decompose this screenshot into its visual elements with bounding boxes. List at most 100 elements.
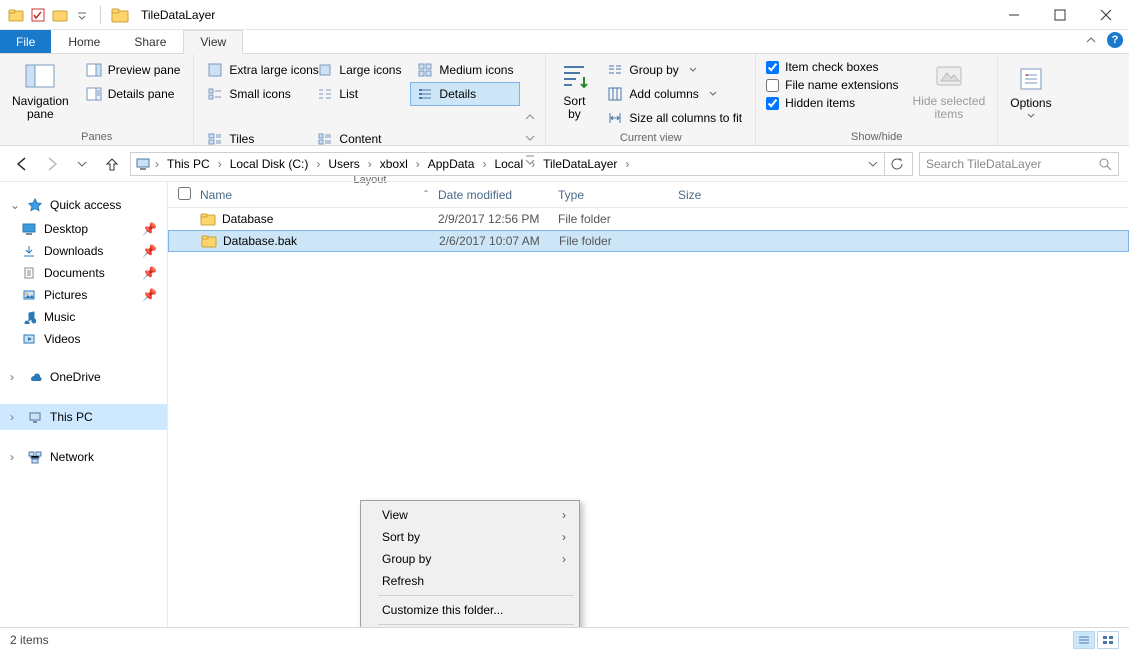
hidden-items-toggle[interactable]: Hidden items [762,94,902,112]
close-button[interactable] [1083,0,1129,30]
size-columns-button[interactable]: Size all columns to fit [600,106,749,130]
status-items-count: 2 items [10,633,49,647]
tab-home[interactable]: Home [51,30,117,53]
desktop-icon [22,222,36,236]
ribbon: Navigation pane Preview pane Details pan… [0,54,1129,146]
showhide-group-label: Show/hide [762,129,991,143]
address-dropdown-icon[interactable] [868,159,878,169]
nav-documents[interactable]: Documents📌 [0,262,167,284]
tab-share[interactable]: Share [117,30,183,53]
pc-icon [28,410,42,424]
nav-videos[interactable]: Videos [0,328,167,350]
cm-view[interactable]: View› [364,504,576,526]
group-by-button[interactable]: Group by [600,58,749,82]
chevron-right-icon: › [562,508,566,522]
tab-view[interactable]: View [183,30,243,54]
sort-indicator-icon: ˆ [424,188,428,202]
up-button[interactable] [100,152,124,176]
details-view-toggle[interactable] [1073,631,1095,649]
hide-selected-button: Hide selected items [907,58,992,124]
tab-file[interactable]: File [0,30,51,53]
address-bar: › This PC› Local Disk (C:)› Users› xboxl… [0,146,1129,182]
nav-this-pc[interactable]: ›This PC [0,404,167,430]
crumb-this-pc[interactable]: This PC [163,157,214,171]
nav-network[interactable]: ›Network [0,444,167,470]
nav-pictures[interactable]: Pictures📌 [0,284,167,306]
layout-scroll-up-icon[interactable] [525,113,539,121]
refresh-button[interactable] [884,152,908,176]
history-dropdown[interactable] [70,152,94,176]
search-icon [1098,157,1112,171]
sort-by-button[interactable]: Sort by [552,58,596,124]
pictures-icon [22,288,36,302]
nav-music[interactable]: Music [0,306,167,328]
back-button[interactable] [10,152,34,176]
collapse-ribbon-icon[interactable] [1085,34,1097,46]
layout-details[interactable]: Details [410,82,520,106]
nav-quick-access[interactable]: ⌄Quick access [0,192,167,218]
options-button[interactable]: Options [1004,58,1057,124]
chevron-right-icon[interactable]: › [153,157,161,171]
onedrive-icon [28,370,42,384]
ribbon-tabs: File Home Share View ? [0,30,1129,54]
layout-xl-icons[interactable]: Extra large icons [200,58,310,82]
crumb-users[interactable]: Users [324,157,363,171]
help-icon[interactable]: ? [1107,32,1123,48]
crumb-xboxl[interactable]: xboxl [376,157,412,171]
layout-md-icons[interactable]: Medium icons [410,58,520,82]
col-header-date[interactable]: Date modified [438,188,558,202]
item-check-boxes-toggle[interactable]: Item check boxes [762,58,902,76]
navigation-pane: ⌄Quick access Desktop📌 Downloads📌 Docume… [0,182,168,627]
content-area[interactable]: Nameˆ Date modified Type Size Database 2… [168,182,1129,627]
videos-icon [22,332,36,346]
nav-desktop[interactable]: Desktop📌 [0,218,167,240]
preview-pane-button[interactable]: Preview pane [79,58,188,82]
breadcrumb-box[interactable]: › This PC› Local Disk (C:)› Users› xboxl… [130,152,913,176]
layout-lg-icons[interactable]: Large icons [310,58,410,82]
col-header-size[interactable]: Size [678,188,758,202]
folder-quick-icon[interactable] [8,7,24,23]
pin-icon: 📌 [142,288,157,302]
pin-icon: 📌 [142,222,157,236]
nav-onedrive[interactable]: ›OneDrive [0,364,167,390]
details-pane-button[interactable]: Details pane [79,82,188,106]
documents-icon [22,266,36,280]
cm-groupby[interactable]: Group by› [364,548,576,570]
column-headers: Nameˆ Date modified Type Size [168,182,1129,208]
pc-icon [135,156,151,172]
cm-refresh[interactable]: Refresh [364,570,576,592]
cm-customize[interactable]: Customize this folder... [364,599,576,621]
col-header-type[interactable]: Type [558,188,678,202]
layout-scroll-down-icon[interactable] [525,134,539,142]
qat-dropdown-icon[interactable] [74,7,90,23]
music-icon [22,310,36,324]
crumb-appdata[interactable]: AppData [424,157,479,171]
crumb-local-disk[interactable]: Local Disk (C:) [226,157,313,171]
new-folder-quick-icon[interactable] [52,7,68,23]
navigation-pane-button[interactable]: Navigation pane [6,58,75,124]
file-row[interactable]: Database.bak 2/6/2017 10:07 AM File fold… [168,230,1129,252]
crumb-tiledatalayer[interactable]: TileDataLayer [539,157,621,171]
crumb-local[interactable]: Local [490,157,527,171]
search-input[interactable]: Search TileDataLayer [919,152,1119,176]
minimize-button[interactable] [991,0,1037,30]
nav-downloads[interactable]: Downloads📌 [0,240,167,262]
properties-quick-icon[interactable] [30,7,46,23]
select-all-checkbox[interactable] [178,187,191,200]
context-menu: View› Sort by› Group by› Refresh Customi… [360,500,580,627]
layout-sm-icons[interactable]: Small icons [200,82,310,106]
pin-icon: 📌 [142,266,157,280]
folder-icon [200,212,216,226]
file-ext-toggle[interactable]: File name extensions [762,76,902,94]
file-row[interactable]: Database 2/9/2017 12:56 PM File folder [168,208,1129,230]
forward-button[interactable] [40,152,64,176]
cm-sortby[interactable]: Sort by› [364,526,576,548]
maximize-button[interactable] [1037,0,1083,30]
col-header-name[interactable]: Nameˆ [200,188,438,202]
icons-view-toggle[interactable] [1097,631,1119,649]
network-icon [28,450,42,464]
downloads-icon [22,244,36,258]
window-folder-icon [111,6,129,24]
layout-list[interactable]: List [310,82,410,106]
add-columns-button[interactable]: Add columns [600,82,749,106]
